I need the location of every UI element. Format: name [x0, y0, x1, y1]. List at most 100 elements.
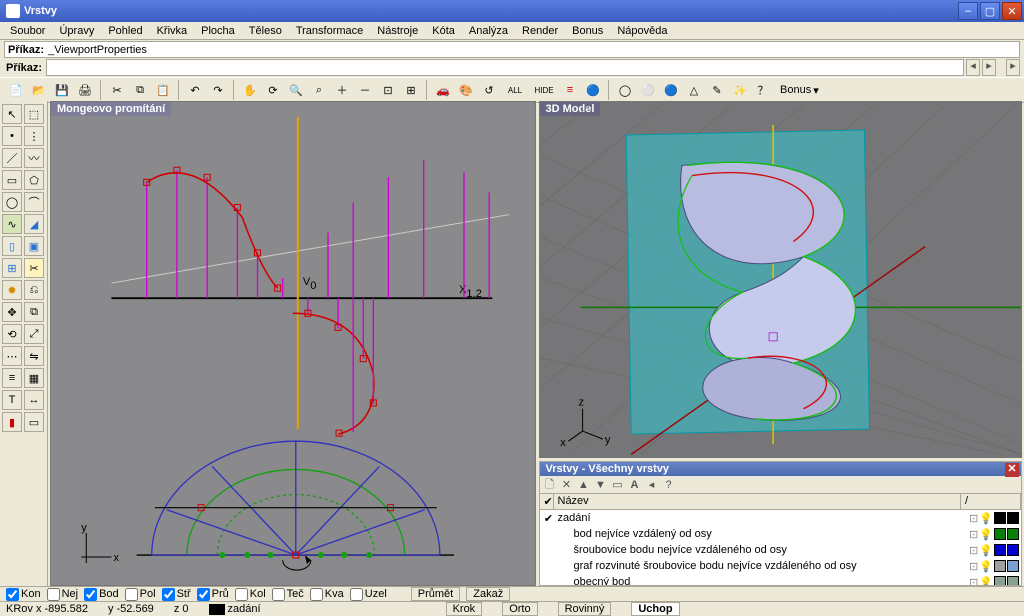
edit-icon[interactable]: ✎	[707, 80, 727, 100]
cut-icon[interactable]: ✂	[107, 80, 127, 100]
box-icon[interactable]: ▯	[2, 236, 22, 256]
osnap-checkbox[interactable]	[197, 588, 210, 601]
hatch-icon[interactable]: ▦	[24, 368, 44, 388]
menu-plocha[interactable]: Plocha	[195, 24, 241, 38]
copy-icon[interactable]: ⧉	[130, 80, 150, 100]
menu-upravy[interactable]: Úpravy	[53, 24, 100, 38]
layer-row[interactable]: šroubovice bodu nejvíce vzdáleného od os…	[540, 542, 1022, 558]
layer-help-icon[interactable]: ?	[662, 478, 676, 492]
layer-row[interactable]: ✔zadání⊡💡	[540, 510, 1022, 526]
cmd-scroll-left[interactable]: ◂	[966, 59, 980, 76]
osnap-checkbox[interactable]	[125, 588, 138, 601]
view-icon[interactable]: ▭	[24, 412, 44, 432]
array-icon[interactable]: ⋯	[2, 346, 22, 366]
menu-soubor[interactable]: Soubor	[4, 24, 51, 38]
osnap-checkbox[interactable]	[162, 588, 175, 601]
sphere-render-icon[interactable]: 🔵	[661, 80, 681, 100]
mesh-icon[interactable]: ⊞	[2, 258, 22, 278]
polyline-icon[interactable]: 〰	[24, 148, 44, 168]
osnap-kol[interactable]: Kol	[235, 588, 266, 601]
status-krok[interactable]: Krok	[446, 602, 483, 616]
col-name[interactable]: Název	[554, 494, 962, 509]
surface-icon[interactable]: ◢	[24, 214, 44, 234]
osnap-nej[interactable]: Nej	[47, 588, 79, 601]
close-button[interactable]: ✕	[1002, 2, 1022, 20]
layer-delete-icon[interactable]: ✕	[560, 478, 574, 492]
layer-up-icon[interactable]: ▲	[577, 478, 591, 492]
layer-new-icon[interactable]: 🗋	[543, 478, 557, 492]
layer-lock-icon[interactable]: ⊡	[969, 512, 978, 525]
layer-lock-icon[interactable]: ⊡	[969, 560, 978, 573]
explode-icon[interactable]: ✹	[2, 280, 22, 300]
layer-lock-icon[interactable]: ⊡	[969, 528, 978, 541]
line-icon[interactable]: ／	[2, 148, 22, 168]
sphere-wire-icon[interactable]: ◯	[615, 80, 635, 100]
lasso-icon[interactable]: ⬚	[24, 104, 44, 124]
layer-color-swatch[interactable]	[994, 512, 1006, 524]
zoom-window-icon[interactable]: ⌕	[309, 80, 329, 100]
layer-row[interactable]: graf rozvinuté šroubovice bodu nejvíce v…	[540, 558, 1022, 574]
curve-icon[interactable]: ∿	[2, 214, 22, 234]
layers-title[interactable]: Vrstvy - Všechny vrstvy ✕	[540, 462, 1022, 476]
scale-icon[interactable]: ⤢	[24, 324, 44, 344]
sphere-shade-icon[interactable]: ⚪	[638, 80, 658, 100]
layer-filter-icon[interactable]: ◂	[645, 478, 659, 492]
dimension-tool-icon[interactable]: ↔	[24, 390, 44, 410]
viewport-3d[interactable]: 3D Model	[539, 101, 1023, 458]
menu-analyza[interactable]: Analýza	[463, 24, 514, 38]
layer-material-swatch[interactable]	[1007, 528, 1019, 540]
status-orto[interactable]: Orto	[502, 602, 537, 616]
arrow-icon[interactable]: ↖	[2, 104, 22, 124]
layer-lock-icon[interactable]: ⊡	[969, 576, 978, 586]
rotate-icon[interactable]: ⟳	[263, 80, 283, 100]
layer-text-icon[interactable]: A	[628, 478, 642, 492]
zoom-dynamic-icon[interactable]: 🔍	[286, 80, 306, 100]
command-input[interactable]	[46, 59, 964, 76]
copy-obj-icon[interactable]: ⧉	[24, 302, 44, 322]
col-check[interactable]: ✔	[540, 494, 554, 509]
menu-nastroje[interactable]: Nástroje	[371, 24, 424, 38]
layer-color-swatch[interactable]	[994, 528, 1006, 540]
layer-material-swatch[interactable]	[1007, 544, 1019, 556]
paste-icon[interactable]: 📋	[153, 80, 173, 100]
layers-list[interactable]: ✔ Název / ✔zadání⊡💡bod nejvíce vzdálený …	[540, 494, 1022, 585]
zoom-out-icon[interactable]: －	[355, 80, 375, 100]
layer-color-swatch[interactable]	[994, 544, 1006, 556]
maximize-button[interactable]: ▢	[980, 2, 1000, 20]
osnap-checkbox[interactable]	[272, 588, 285, 601]
layer-row[interactable]: obecný bod⊡💡	[540, 574, 1022, 585]
layer-row[interactable]: bod nejvíce vzdálený od osy⊡💡	[540, 526, 1022, 542]
layer-check[interactable]: ✔	[542, 512, 556, 525]
solid-icon[interactable]: ▣	[24, 236, 44, 256]
layer-bulb-icon[interactable]: 💡	[979, 528, 993, 541]
align-icon[interactable]: ≡	[2, 368, 22, 388]
cplane-icon[interactable]: ▮	[2, 412, 22, 432]
point-icon[interactable]: •	[2, 126, 22, 146]
layer-bulb-icon[interactable]: 💡	[979, 560, 993, 573]
layer-material-swatch[interactable]	[1007, 560, 1019, 572]
layer-material-swatch[interactable]	[1007, 576, 1019, 585]
menu-bonus[interactable]: Bonus	[566, 24, 609, 38]
status-rovinny[interactable]: Rovinný	[558, 602, 612, 616]
show-icon[interactable]: ↺	[479, 80, 499, 100]
knife-icon[interactable]: ✂	[24, 258, 44, 278]
osnap-kon[interactable]: Kon	[6, 588, 41, 601]
zoom-in-icon[interactable]: ＋	[332, 80, 352, 100]
minimize-button[interactable]: –	[958, 2, 978, 20]
layer-down-icon[interactable]: ▼	[594, 478, 608, 492]
redo-icon[interactable]: ↷	[208, 80, 228, 100]
col-divider[interactable]: /	[961, 494, 1021, 509]
menu-render[interactable]: Render	[516, 24, 564, 38]
bonus-dropdown[interactable]: Bonus ▾	[780, 84, 819, 97]
osnap-kva[interactable]: Kva	[310, 588, 344, 601]
save-icon[interactable]: 💾	[52, 80, 72, 100]
layer-color-swatch[interactable]	[994, 560, 1006, 572]
all-button[interactable]: ALL	[502, 80, 528, 100]
osnap-pol[interactable]: Pol	[125, 588, 156, 601]
points-icon[interactable]: ⋮	[24, 126, 44, 146]
print-icon[interactable]: 🖨	[75, 80, 95, 100]
open-icon[interactable]: 📂	[29, 80, 49, 100]
osnap-bod[interactable]: Bod	[84, 588, 119, 601]
osnap-stř[interactable]: Stř	[162, 588, 191, 601]
undo-icon[interactable]: ↶	[185, 80, 205, 100]
